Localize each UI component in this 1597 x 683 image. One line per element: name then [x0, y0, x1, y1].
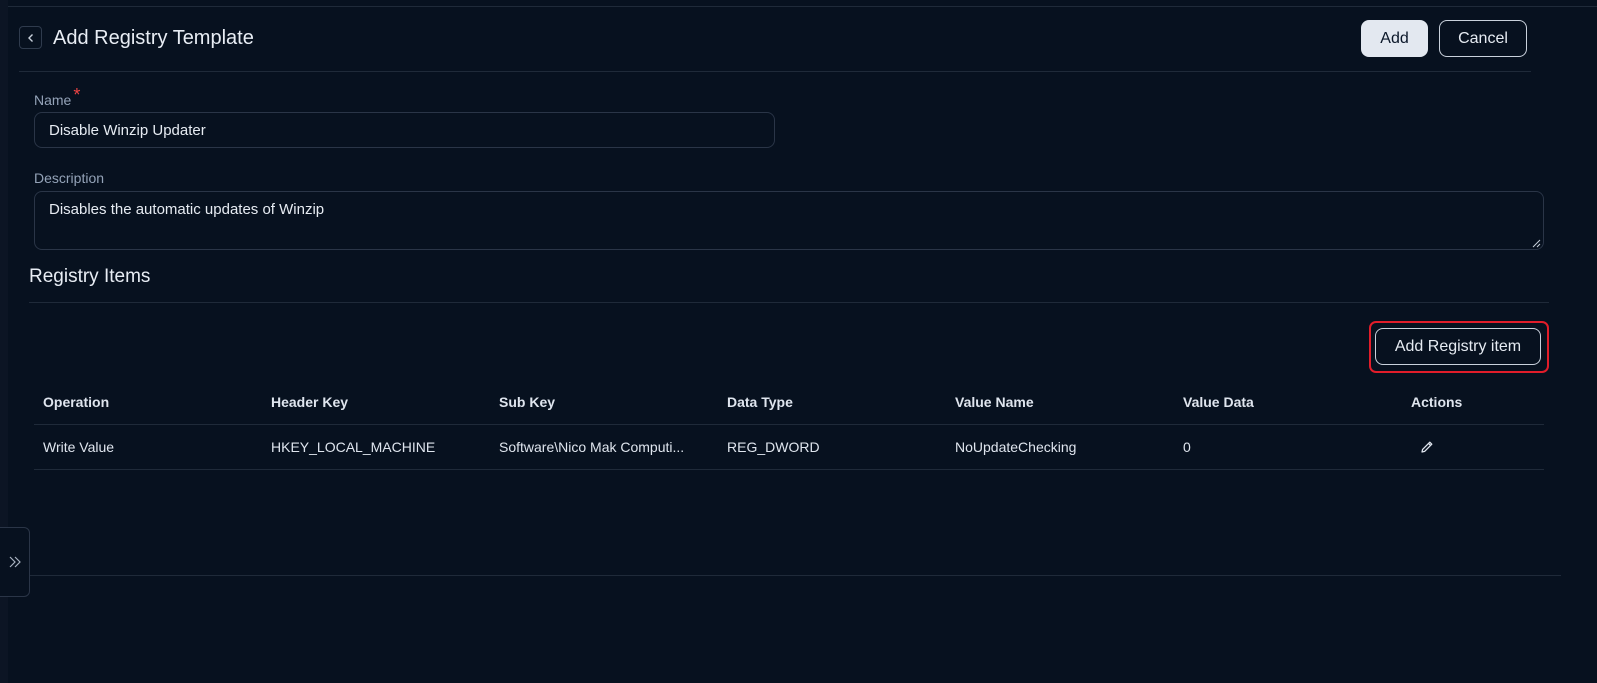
back-button[interactable]: [19, 26, 42, 49]
registry-items-table: Operation Header Key Sub Key Data Type V…: [34, 380, 1544, 470]
cell-header-key: HKEY_LOCAL_MACHINE: [271, 439, 436, 455]
cell-operation: Write Value: [43, 439, 115, 455]
section-divider: [29, 302, 1549, 303]
column-header-value-name: Value Name: [955, 394, 1034, 410]
page-title: Add Registry Template: [53, 27, 254, 49]
chevron-left-icon: [27, 33, 33, 42]
double-chevron-right-icon: [9, 556, 21, 568]
cancel-button[interactable]: Cancel: [1439, 20, 1527, 57]
column-header-value-data: Value Data: [1183, 394, 1254, 410]
sidebar-toggle-button[interactable]: [0, 527, 30, 597]
add-button[interactable]: Add: [1361, 20, 1428, 57]
column-header-actions: Actions: [1411, 394, 1463, 410]
top-divider: [0, 6, 1597, 7]
table-row: Write Value HKEY_LOCAL_MACHINE Software\…: [34, 425, 1544, 470]
edit-row-button[interactable]: [1417, 437, 1437, 457]
column-header-operation: Operation: [43, 394, 110, 410]
description-label: Description: [34, 170, 105, 186]
description-field[interactable]: Disables the automatic updates of Winzip: [34, 191, 1544, 250]
add-registry-item-button[interactable]: Add Registry item: [1375, 328, 1541, 365]
add-registry-template-page: Add Registry Template Add Cancel Name * D…: [0, 0, 1597, 683]
cell-actions: [1402, 437, 1544, 458]
cell-sub-key: Software\Nico Mak Computi...: [499, 439, 685, 455]
resize-grip-icon[interactable]: [1531, 238, 1541, 248]
column-header-header-key: Header Key: [271, 394, 349, 410]
cell-data-type: REG_DWORD: [727, 439, 820, 455]
column-header-data-type: Data Type: [727, 394, 793, 410]
bottom-divider: [30, 575, 1561, 576]
cell-value-name: NoUpdateChecking: [955, 439, 1077, 455]
required-mark: *: [73, 85, 81, 105]
header-divider: [19, 71, 1531, 72]
registry-items-title: Registry Items: [29, 266, 151, 287]
cell-value-data: 0: [1183, 439, 1191, 455]
pencil-icon: [1421, 441, 1433, 453]
table-header-row: Operation Header Key Sub Key Data Type V…: [34, 380, 1544, 425]
name-label: Name *: [34, 85, 81, 108]
column-header-sub-key: Sub Key: [499, 394, 556, 410]
name-field[interactable]: [34, 112, 775, 148]
